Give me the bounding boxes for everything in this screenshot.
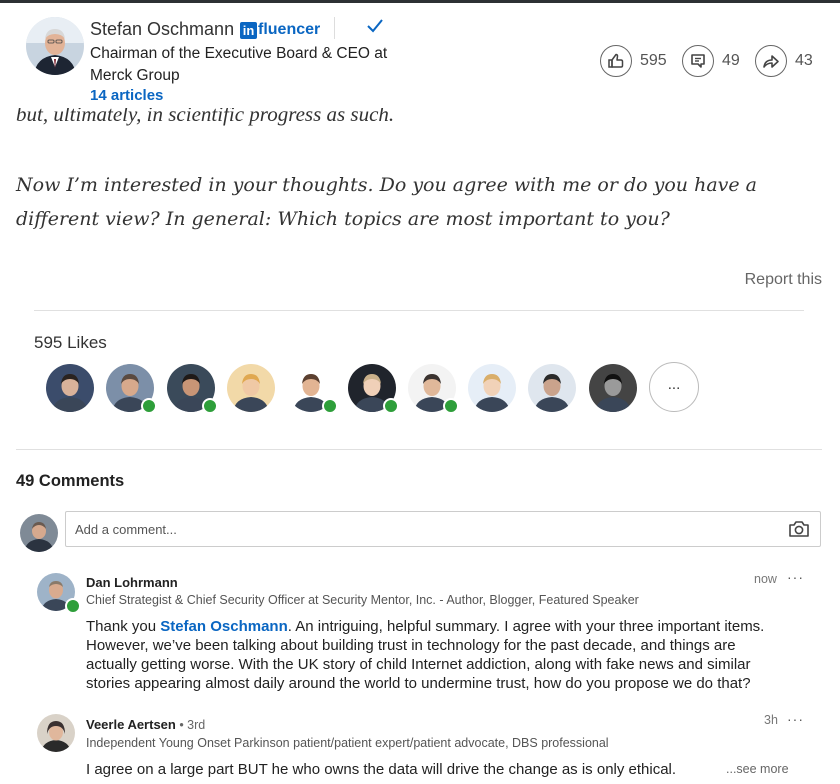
- liker-avatar[interactable]: [347, 364, 399, 414]
- article-closing-paragraph: Now I’m interested in your thoughts. Do …: [16, 168, 816, 236]
- comment-icon: [691, 54, 705, 68]
- liker-avatar[interactable]: [528, 364, 577, 412]
- liker-avatar[interactable]: [106, 364, 158, 414]
- article-author-header: Stefan Oschmann in fluencer Chairman of …: [0, 3, 840, 108]
- commenter-avatar[interactable]: [37, 714, 75, 752]
- author-title-line-1: Chairman of the Executive Board & CEO at: [90, 45, 388, 62]
- camera-icon[interactable]: [788, 520, 810, 538]
- more-likers-button[interactable]: ...: [649, 362, 699, 412]
- comment-line: I agree on a large part BUT he who owns …: [86, 761, 677, 778]
- online-status-indicator: [141, 398, 158, 414]
- likes-count-label[interactable]: 595 Likes: [34, 333, 107, 353]
- comment-timestamp: 3h: [764, 713, 778, 727]
- liker-photo: [46, 364, 94, 412]
- online-status-indicator: [442, 398, 459, 414]
- influencer-badge: in fluencer: [240, 20, 320, 40]
- comment-body: I agree on a large part BUT he who owns …: [86, 760, 786, 779]
- comment-line: stories appearing almost daily around th…: [86, 675, 751, 692]
- comment-input[interactable]: [66, 512, 784, 546]
- online-status-indicator: [65, 598, 81, 614]
- divider: [34, 310, 804, 311]
- like-count: 595: [640, 52, 667, 69]
- liker-photo: [588, 364, 637, 412]
- commenter-headline: Chief Strategist & Chief Security Office…: [86, 593, 639, 607]
- comment-text: . An intriguing, helpful summary. I agre…: [287, 618, 765, 635]
- liker-avatar[interactable]: [588, 364, 637, 412]
- connection-degree: • 3rd: [175, 718, 206, 732]
- thumbs-up-icon: [608, 53, 624, 68]
- share-count: 43: [795, 52, 813, 69]
- comment-body: Thank you Stefan Oschmann. An intriguing…: [86, 617, 786, 693]
- liker-avatar[interactable]: [226, 364, 275, 412]
- share-arrow-icon: [763, 55, 779, 68]
- comment-line: Thank you Stefan Oschmann. An intriguing…: [86, 617, 786, 636]
- commenter-name-text[interactable]: Dan Lohrmann: [86, 575, 178, 590]
- current-user-avatar: [20, 514, 58, 552]
- liker-avatar[interactable]: [287, 364, 339, 414]
- divider: [16, 449, 822, 450]
- comment-stat[interactable]: 49: [682, 43, 740, 79]
- liker-avatar[interactable]: [407, 364, 459, 414]
- author-articles-link[interactable]: 14 articles: [90, 87, 163, 104]
- commenter-name-text[interactable]: Veerle Aertsen: [86, 717, 176, 732]
- like-button[interactable]: [600, 45, 632, 77]
- author-title: Chairman of the Executive Board & CEO at…: [90, 43, 390, 87]
- comment-count: 49: [722, 52, 740, 69]
- author-avatar[interactable]: [26, 17, 84, 75]
- online-status-indicator: [322, 398, 339, 414]
- comments-heading: 49 Comments: [16, 472, 125, 490]
- linkedin-in-icon: in: [240, 21, 257, 39]
- influencer-label: fluencer: [258, 21, 321, 38]
- comment-menu-button[interactable]: ···: [787, 711, 804, 727]
- see-more-link[interactable]: ...see more: [726, 762, 789, 776]
- liker-avatar[interactable]: [166, 364, 218, 414]
- following-check-icon[interactable]: [366, 17, 384, 35]
- comment-timestamp: now: [754, 572, 777, 586]
- like-stat[interactable]: 595: [600, 43, 667, 79]
- online-status-indicator: [382, 398, 399, 414]
- commenter-name[interactable]: Dan Lohrmann: [86, 575, 178, 590]
- report-link[interactable]: Report this: [745, 271, 822, 289]
- article-closing-line-1: Now I’m interested in your thoughts. Do …: [16, 174, 757, 196]
- liker-photo: [528, 364, 577, 412]
- comment-button[interactable]: [682, 45, 714, 77]
- author-name[interactable]: Stefan Oschmann: [90, 19, 234, 40]
- liker-photo: [468, 364, 517, 412]
- liker-avatar[interactable]: [46, 364, 94, 412]
- article-closing-line-2: different view? In general: Which topics…: [16, 208, 670, 230]
- online-status-indicator: [201, 398, 218, 414]
- comment-text: Thank you: [86, 618, 161, 635]
- liker-avatar[interactable]: [468, 364, 517, 412]
- share-button[interactable]: [755, 45, 787, 77]
- comment-mention-link[interactable]: Stefan Oschmann: [160, 618, 288, 635]
- share-stat[interactable]: 43: [755, 43, 813, 79]
- liker-photo: [226, 364, 275, 412]
- comment-menu-button[interactable]: ···: [787, 569, 804, 585]
- header-divider: [334, 17, 335, 39]
- commenter-headline: Independent Young Onset Parkinson patien…: [86, 736, 609, 750]
- commenter-name[interactable]: Veerle Aertsen • 3rd: [86, 717, 205, 732]
- comment-line: actually getting worse. With the UK stor…: [86, 656, 751, 673]
- comment-input-box[interactable]: [65, 511, 821, 547]
- comment-line: However, we’ve been talking about buildi…: [86, 637, 736, 654]
- author-title-line-2: Merck Group: [90, 67, 180, 84]
